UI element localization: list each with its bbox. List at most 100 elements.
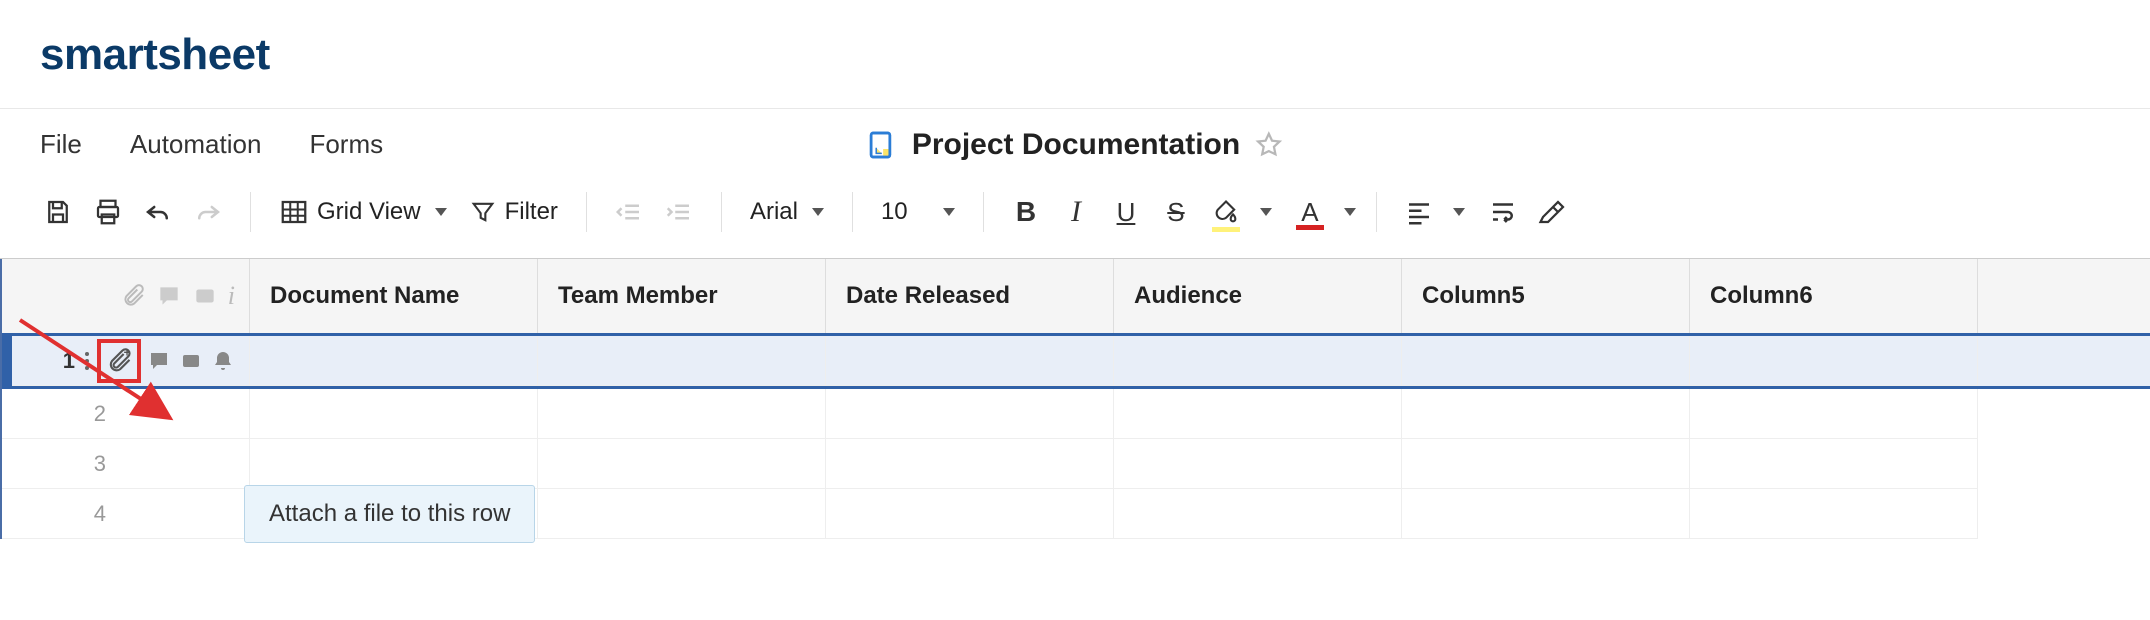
bold-button[interactable]: B xyxy=(1004,190,1048,234)
brand-logo: smartsheet xyxy=(40,30,270,79)
data-cell[interactable] xyxy=(1402,389,1690,439)
redo-button[interactable] xyxy=(186,190,230,234)
table-row[interactable]: 2 xyxy=(2,389,2150,439)
chevron-down-icon[interactable] xyxy=(1344,208,1356,216)
data-cell[interactable] xyxy=(538,489,826,539)
data-cell[interactable] xyxy=(1690,439,1978,489)
table-row[interactable]: 1 + xyxy=(2,336,2150,386)
row-number: 1 xyxy=(63,348,75,374)
chevron-down-icon xyxy=(943,208,955,216)
row-number-cell[interactable]: 2 xyxy=(2,389,250,439)
menu-forms[interactable]: Forms xyxy=(309,129,383,160)
indent-button[interactable] xyxy=(657,190,701,234)
toolbar-separator xyxy=(852,192,853,232)
undo-button[interactable] xyxy=(136,190,180,234)
data-cell[interactable] xyxy=(1690,336,1978,386)
toolbar-separator xyxy=(983,192,984,232)
strikethrough-button[interactable]: S xyxy=(1154,190,1198,234)
data-cell[interactable] xyxy=(1114,489,1402,539)
row-reminder-icon[interactable] xyxy=(211,347,235,375)
data-cell[interactable] xyxy=(1114,389,1402,439)
data-cell[interactable] xyxy=(250,439,538,489)
print-button[interactable] xyxy=(86,190,130,234)
save-button[interactable] xyxy=(36,190,80,234)
font-size-value: 10 xyxy=(881,198,908,226)
data-cell[interactable] xyxy=(826,439,1114,489)
svg-text:+: + xyxy=(124,347,131,359)
toolbar-separator xyxy=(721,192,722,232)
row-header-tools: i xyxy=(2,259,250,333)
data-cell[interactable] xyxy=(1114,336,1402,386)
italic-button[interactable]: I xyxy=(1054,190,1098,234)
brand-bar: smartsheet xyxy=(0,0,2150,109)
data-cell[interactable] xyxy=(826,336,1114,386)
sheet-icon xyxy=(866,129,898,161)
menu-file[interactable]: File xyxy=(40,129,82,160)
menu-automation[interactable]: Automation xyxy=(130,129,262,160)
column-header[interactable]: Audience xyxy=(1114,259,1402,333)
chevron-down-icon[interactable] xyxy=(1453,208,1465,216)
view-switcher[interactable]: Grid View xyxy=(271,190,455,234)
row-number: 4 xyxy=(76,501,106,527)
row-accent xyxy=(2,336,12,386)
font-family-value: Arial xyxy=(750,198,798,226)
row-number-cell[interactable]: 1 + xyxy=(2,336,250,386)
document-title[interactable]: Project Documentation xyxy=(912,128,1240,162)
row-number-cell[interactable]: 4 xyxy=(2,489,250,539)
column-header[interactable]: Column6 xyxy=(1690,259,1978,333)
data-cell[interactable] xyxy=(1402,336,1690,386)
row-comment-icon[interactable] xyxy=(147,347,171,375)
comment-header-icon[interactable] xyxy=(156,283,182,309)
proof-header-icon[interactable] xyxy=(192,283,218,309)
toolbar-separator xyxy=(586,192,587,232)
data-cell[interactable] xyxy=(1114,439,1402,489)
data-cell[interactable] xyxy=(538,439,826,489)
toolbar: Grid View Filter Arial 10 B I U S xyxy=(0,180,2150,258)
row-menu-icon[interactable] xyxy=(83,347,91,375)
row-number: 3 xyxy=(76,451,106,477)
table-row[interactable]: 3 xyxy=(2,439,2150,489)
font-size-select[interactable]: 10 xyxy=(873,190,963,234)
data-cell[interactable] xyxy=(1690,489,1978,539)
chevron-down-icon xyxy=(435,208,447,216)
filter-button[interactable]: Filter xyxy=(461,190,566,234)
favorite-star-icon[interactable] xyxy=(1254,130,1284,160)
chevron-down-icon[interactable] xyxy=(1260,208,1272,216)
data-cell[interactable] xyxy=(1690,389,1978,439)
filter-label: Filter xyxy=(505,198,558,226)
column-header[interactable]: Date Released xyxy=(826,259,1114,333)
toolbar-separator xyxy=(1376,192,1377,232)
fill-color-button[interactable] xyxy=(1204,190,1248,234)
toolbar-separator xyxy=(250,192,251,232)
align-button[interactable] xyxy=(1397,190,1441,234)
data-cell[interactable] xyxy=(538,336,826,386)
attach-tooltip: Attach a file to this row xyxy=(244,485,535,543)
row-proof-icon[interactable] xyxy=(179,347,203,375)
text-color-button[interactable]: A xyxy=(1288,190,1332,234)
column-header[interactable]: Document Name xyxy=(250,259,538,333)
column-header-row: i Document Name Team Member Date Release… xyxy=(2,259,2150,333)
attachment-header-icon[interactable] xyxy=(120,283,146,309)
wrap-button[interactable] xyxy=(1481,190,1525,234)
data-cell[interactable] xyxy=(826,389,1114,439)
document-title-wrap: Project Documentation xyxy=(866,128,1284,162)
data-cell[interactable] xyxy=(538,389,826,439)
column-header[interactable]: Team Member xyxy=(538,259,826,333)
outdent-button[interactable] xyxy=(607,190,651,234)
row-number: 2 xyxy=(76,401,106,427)
clear-format-button[interactable] xyxy=(1531,190,1575,234)
data-cell[interactable] xyxy=(1402,489,1690,539)
data-cell[interactable] xyxy=(250,389,538,439)
data-cell[interactable] xyxy=(250,336,538,386)
info-header-icon[interactable]: i xyxy=(228,281,235,311)
font-family-select[interactable]: Arial xyxy=(742,190,832,234)
data-cell[interactable] xyxy=(1402,439,1690,489)
chevron-down-icon xyxy=(812,208,824,216)
row-attachment-icon[interactable]: + xyxy=(99,341,139,381)
menu-bar: File Automation Forms Project Documentat… xyxy=(0,109,2150,180)
underline-button[interactable]: U xyxy=(1104,190,1148,234)
column-header[interactable]: Column5 xyxy=(1402,259,1690,333)
data-cell[interactable] xyxy=(826,489,1114,539)
row-number-cell[interactable]: 3 xyxy=(2,439,250,489)
view-label: Grid View xyxy=(317,198,421,226)
